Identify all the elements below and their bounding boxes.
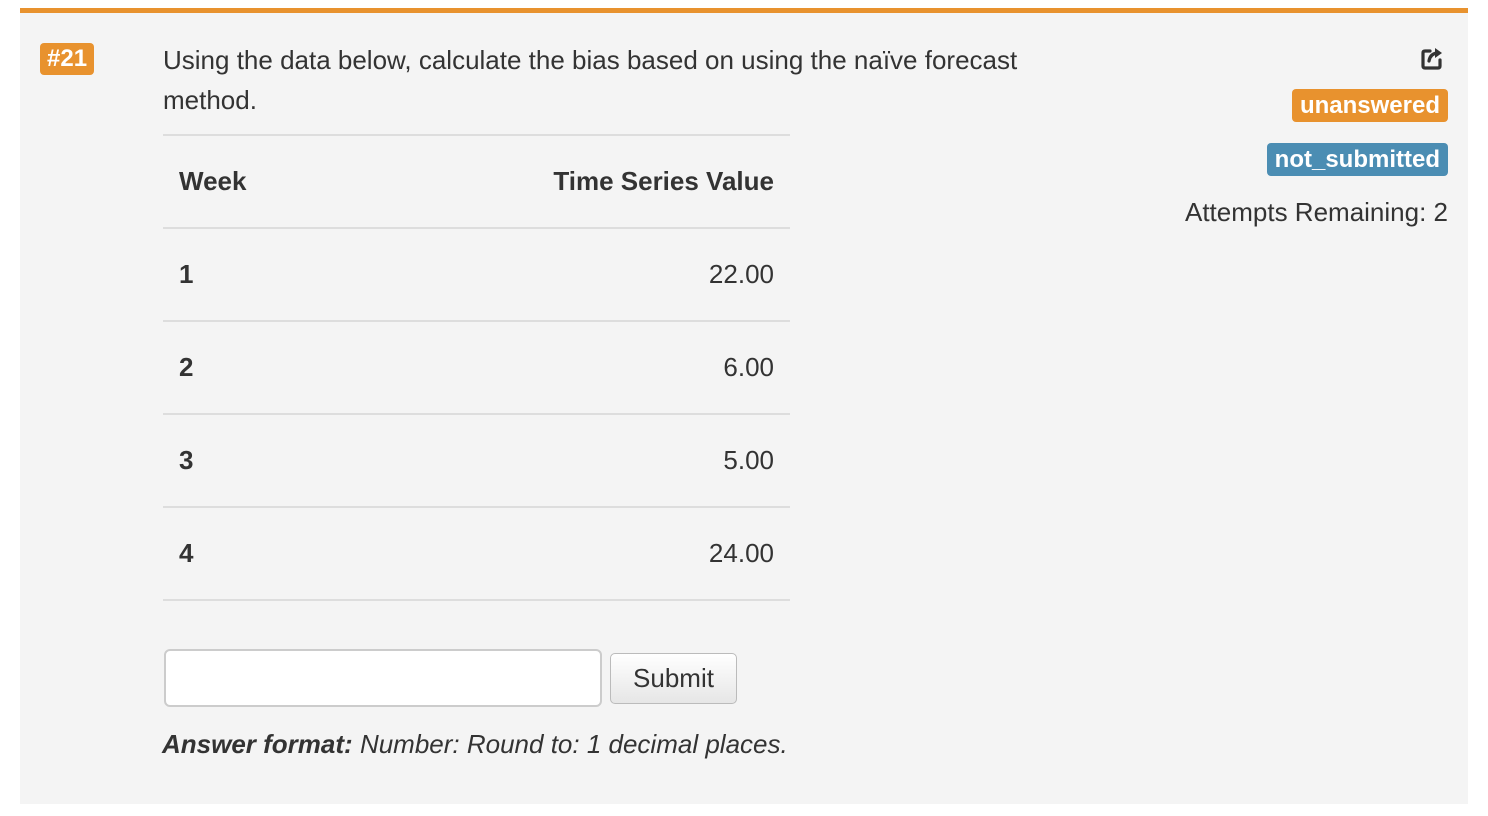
question-panel: #21 Using the data below, calculate the … bbox=[20, 8, 1468, 804]
data-table: Week Time Series Value 1 22.00 2 6.00 3 … bbox=[163, 134, 790, 601]
week-cell: 4 bbox=[163, 506, 341, 601]
status-badge-unanswered: unanswered bbox=[1291, 89, 1448, 122]
table-header-row: Week Time Series Value bbox=[163, 134, 790, 228]
value-cell: 5.00 bbox=[340, 413, 790, 507]
week-cell: 1 bbox=[163, 227, 341, 321]
table-row: 2 6.00 bbox=[163, 320, 790, 414]
value-cell: 22.00 bbox=[340, 227, 790, 321]
answer-format-hint: Answer format: Number: Round to: 1 decim… bbox=[162, 729, 788, 760]
table-row: 3 5.00 bbox=[163, 413, 790, 507]
answer-input[interactable] bbox=[164, 649, 602, 707]
value-cell: 6.00 bbox=[340, 320, 790, 414]
week-cell: 3 bbox=[163, 413, 341, 507]
column-header-value: Time Series Value bbox=[340, 134, 790, 228]
column-header-week: Week bbox=[163, 134, 341, 228]
submit-button[interactable]: Submit bbox=[610, 653, 737, 704]
question-number-badge: #21 bbox=[40, 43, 95, 75]
question-text: Using the data below, calculate the bias… bbox=[163, 45, 1018, 115]
share-icon[interactable] bbox=[1420, 45, 1446, 71]
attempts-remaining: Attempts Remaining: 2 bbox=[1184, 197, 1448, 227]
answer-format-text: Number: Round to: 1 decimal places. bbox=[359, 729, 788, 759]
value-cell: 24.00 bbox=[340, 506, 790, 601]
week-cell: 2 bbox=[163, 320, 341, 414]
table-row: 1 22.00 bbox=[163, 227, 790, 321]
status-badge-not-submitted: not_submitted bbox=[1266, 143, 1448, 176]
answer-format-label: Answer format: bbox=[162, 729, 353, 759]
table-row: 4 24.00 bbox=[163, 506, 790, 601]
